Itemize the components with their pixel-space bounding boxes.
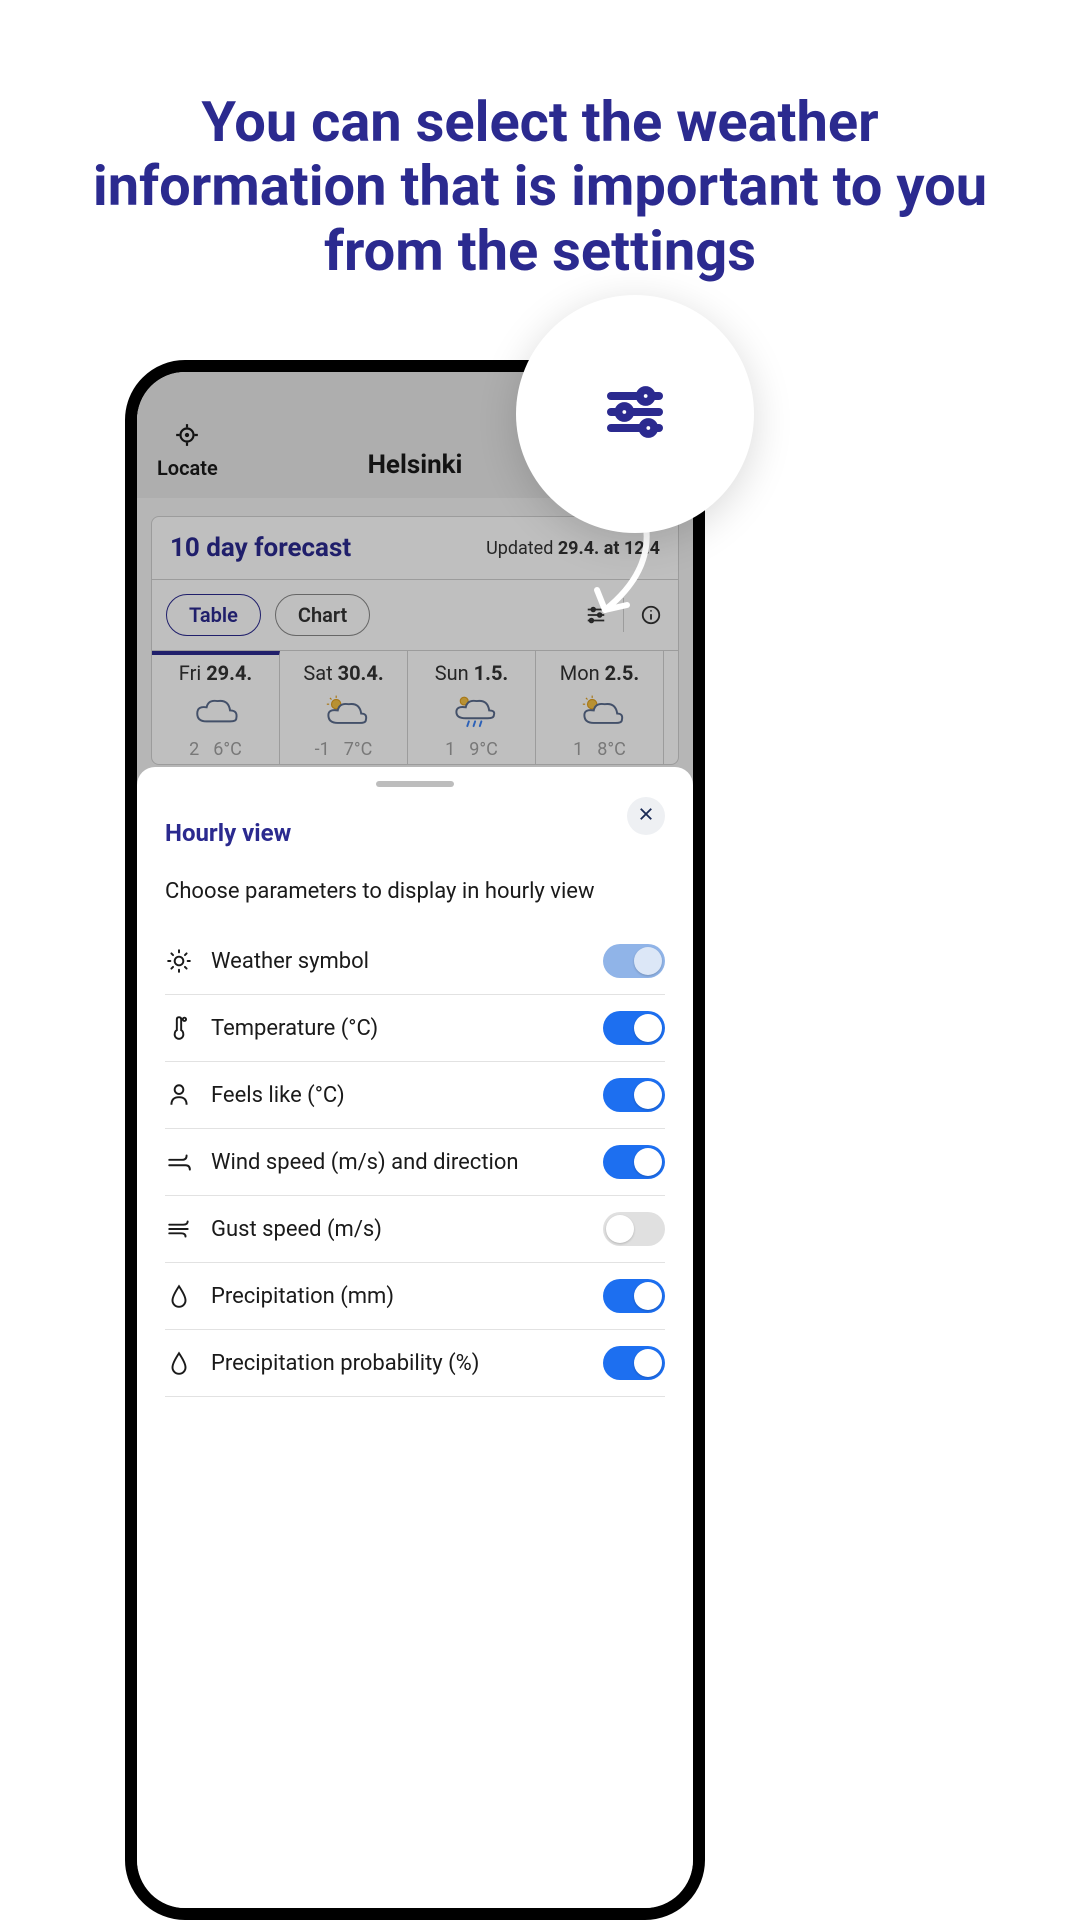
day-column[interactable]: Mon 2.5. 18°C: [536, 651, 664, 764]
param-row: Wind speed (m/s) and direction: [165, 1129, 665, 1196]
param-toggle[interactable]: [603, 944, 665, 978]
close-icon: [637, 805, 655, 827]
day-column[interactable]: T: [664, 651, 678, 764]
weather-icon: [191, 691, 241, 733]
days-strip[interactable]: Fri 29.4. 26°C Sat 30.4. -17°C Sun 1.5. 19°C M…: [152, 651, 678, 764]
wind-icon: [165, 1148, 193, 1176]
param-row: Temperature (°C): [165, 995, 665, 1062]
param-label: Precipitation probability (%): [211, 1351, 585, 1376]
day-label: Mon 2.5.: [560, 661, 639, 685]
param-row: Precipitation probability (%): [165, 1330, 665, 1397]
close-button[interactable]: [627, 797, 665, 835]
locate-label: Locate: [157, 456, 218, 480]
weather-icon: [447, 691, 497, 733]
drop-icon: [165, 1349, 193, 1377]
drop-icon: [165, 1282, 193, 1310]
param-row: Precipitation (mm): [165, 1263, 665, 1330]
params-list: Weather symbol Temperature (°C) Feels like…: [165, 928, 665, 1397]
day-temps: 19°C: [445, 739, 498, 760]
tab-table[interactable]: Table: [166, 594, 261, 636]
param-toggle[interactable]: [603, 1011, 665, 1045]
day-label: Fri 29.4.: [179, 661, 252, 685]
promo-headline: You can select the weather information t…: [0, 90, 1080, 283]
sun-icon: [165, 947, 193, 975]
thermometer-icon: [165, 1014, 193, 1042]
sheet-description: Choose parameters to display in hourly v…: [165, 879, 665, 904]
param-label: Feels like (°C): [211, 1083, 585, 1108]
param-row: Weather symbol: [165, 928, 665, 995]
param-label: Temperature (°C): [211, 1016, 585, 1041]
settings-sheet: Hourly view Choose parameters to display…: [137, 767, 693, 1908]
param-row: Feels like (°C): [165, 1062, 665, 1129]
day-label: Sat 30.4.: [303, 661, 383, 685]
weather-icon: [319, 691, 369, 733]
day-column[interactable]: Sun 1.5. 19°C: [408, 651, 536, 764]
gust-icon: [165, 1215, 193, 1243]
day-column[interactable]: Sat 30.4. -17°C: [280, 651, 408, 764]
forecast-title: 10 day forecast: [170, 533, 351, 563]
param-label: Wind speed (m/s) and direction: [211, 1150, 585, 1175]
day-column[interactable]: Fri 29.4. 26°C: [152, 651, 280, 764]
day-temps: 26°C: [189, 739, 242, 760]
param-label: Weather symbol: [211, 949, 585, 974]
sliders-icon: [603, 380, 667, 448]
sheet-drag-handle[interactable]: [376, 781, 454, 787]
param-label: Gust speed (m/s): [211, 1217, 585, 1242]
day-temps: 18°C: [573, 739, 626, 760]
location-title: Helsinki: [368, 450, 463, 480]
param-toggle[interactable]: [603, 1078, 665, 1112]
param-toggle[interactable]: [603, 1279, 665, 1313]
param-label: Precipitation (mm): [211, 1284, 585, 1309]
day-label: Sun 1.5.: [435, 661, 508, 685]
param-toggle[interactable]: [603, 1145, 665, 1179]
param-toggle[interactable]: [603, 1212, 665, 1246]
param-row: Gust speed (m/s): [165, 1196, 665, 1263]
locate-button[interactable]: Locate: [157, 422, 218, 480]
day-temps: -17°C: [315, 739, 373, 760]
settings-callout: [516, 295, 754, 533]
param-toggle[interactable]: [603, 1346, 665, 1380]
weather-icon: [575, 691, 625, 733]
crosshair-icon: [174, 422, 200, 452]
sheet-title: Hourly view: [165, 819, 665, 847]
person-icon: [165, 1081, 193, 1109]
tab-chart[interactable]: Chart: [275, 594, 370, 636]
